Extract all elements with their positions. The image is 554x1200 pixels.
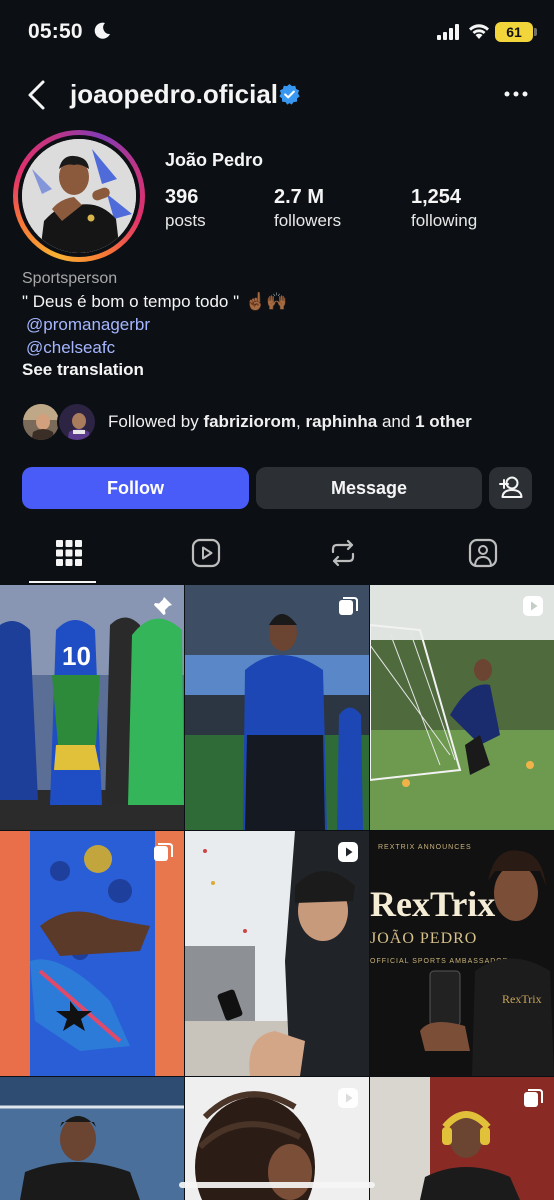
post-tile[interactable] bbox=[185, 585, 369, 830]
mutual-follower-avatar[interactable] bbox=[57, 402, 97, 442]
post-image bbox=[370, 585, 554, 830]
posts-count: 396 bbox=[165, 186, 199, 208]
more-options-icon[interactable] bbox=[502, 86, 530, 102]
profile-category: Sportsperson bbox=[22, 270, 118, 287]
post-tile[interactable] bbox=[370, 1077, 554, 1200]
back-arrow-icon[interactable] bbox=[22, 78, 52, 112]
rextrix-brand-text: RexTrix bbox=[370, 884, 495, 924]
home-indicator[interactable] bbox=[179, 1182, 375, 1188]
followed-by-text[interactable]: Followed by fabriziorom, raphinha and 1 … bbox=[108, 412, 472, 432]
avatar-photo bbox=[22, 139, 136, 253]
display-name: João Pedro bbox=[165, 150, 264, 170]
active-tab-indicator bbox=[29, 581, 96, 583]
tab-tagged[interactable] bbox=[446, 533, 520, 579]
post-tile[interactable]: REXTRIX ANNOUNCES RexTrix JOÃO PEDRO OFF… bbox=[370, 831, 554, 1076]
carousel-icon bbox=[524, 1089, 543, 1107]
followers-stat[interactable]: 2.7 M followers bbox=[274, 186, 341, 231]
tab-posts-grid[interactable] bbox=[32, 533, 106, 579]
posts-grid: 10 REXTRIX ANNOUNCES RexTrix JOÃO PEDRO … bbox=[0, 585, 554, 1200]
follow-button[interactable]: Follow bbox=[22, 467, 249, 509]
suggested-users-button[interactable] bbox=[489, 467, 532, 509]
post-tile[interactable] bbox=[0, 831, 184, 1076]
status-time: 05:50 bbox=[28, 20, 83, 43]
see-translation-link[interactable]: See translation bbox=[22, 360, 144, 380]
add-person-icon bbox=[499, 476, 523, 498]
followers-count: 2.7 M bbox=[274, 186, 325, 208]
cellular-signal-icon bbox=[437, 24, 459, 40]
bio-quote: " Deus é bom o tempo todo " bbox=[22, 292, 240, 311]
post-image: REXTRIX ANNOUNCES RexTrix JOÃO PEDRO OFF… bbox=[370, 831, 554, 1076]
tagged-icon bbox=[468, 538, 498, 568]
pinned-icon bbox=[154, 597, 172, 615]
reel-icon bbox=[338, 842, 358, 862]
reel-icon bbox=[338, 1088, 358, 1108]
followers-label: followers bbox=[274, 211, 342, 230]
reposts-icon bbox=[331, 539, 355, 567]
message-button[interactable]: Message bbox=[256, 467, 482, 509]
reel-icon bbox=[523, 596, 543, 616]
mention-link[interactable]: @promanagerbr bbox=[26, 315, 150, 335]
mention-link[interactable]: @chelseafc bbox=[26, 338, 115, 358]
moon-icon bbox=[94, 22, 110, 39]
following-label: following bbox=[411, 211, 478, 230]
post-image bbox=[0, 1077, 184, 1200]
rextrix-announce-text: REXTRIX ANNOUNCES bbox=[378, 844, 472, 851]
following-count: 1,254 bbox=[411, 186, 462, 208]
wifi-icon bbox=[469, 24, 489, 39]
status-bar: 05:50 61 bbox=[0, 0, 554, 66]
posts-label: posts bbox=[165, 211, 206, 230]
verified-badge-icon bbox=[279, 83, 300, 105]
following-stat[interactable]: 1,254 following bbox=[411, 186, 477, 231]
post-image bbox=[0, 831, 184, 1076]
posts-stat[interactable]: 396 posts bbox=[165, 186, 206, 231]
carousel-icon bbox=[154, 843, 173, 861]
rextrix-name-text: JOÃO PEDRO bbox=[370, 929, 477, 947]
tab-reels[interactable] bbox=[169, 533, 243, 579]
profile-avatar[interactable] bbox=[22, 139, 136, 253]
reels-icon bbox=[191, 538, 221, 568]
grid-icon bbox=[56, 540, 82, 566]
bio-emoji: ☝🏾🙌🏾 bbox=[245, 292, 288, 311]
post-tile[interactable] bbox=[185, 831, 369, 1076]
post-tile[interactable]: 10 bbox=[0, 585, 184, 830]
post-image bbox=[185, 585, 369, 830]
tab-reposts[interactable] bbox=[306, 533, 380, 579]
carousel-icon bbox=[339, 597, 358, 615]
post-tile[interactable] bbox=[370, 585, 554, 830]
battery-indicator: 61 bbox=[495, 22, 533, 42]
svg-text:10: 10 bbox=[62, 641, 91, 671]
post-tile[interactable] bbox=[0, 1077, 184, 1200]
post-image: 10 bbox=[0, 585, 184, 830]
post-image bbox=[185, 831, 369, 1076]
battery-nub bbox=[534, 28, 537, 36]
rextrix-shirt-text: RexTrix bbox=[502, 992, 542, 1006]
mutual-follower-avatar[interactable] bbox=[21, 402, 61, 442]
profile-username: joaopedro.oficial bbox=[70, 79, 279, 109]
bio-text: " Deus é bom o tempo todo " ☝🏾🙌🏾 bbox=[22, 292, 287, 312]
